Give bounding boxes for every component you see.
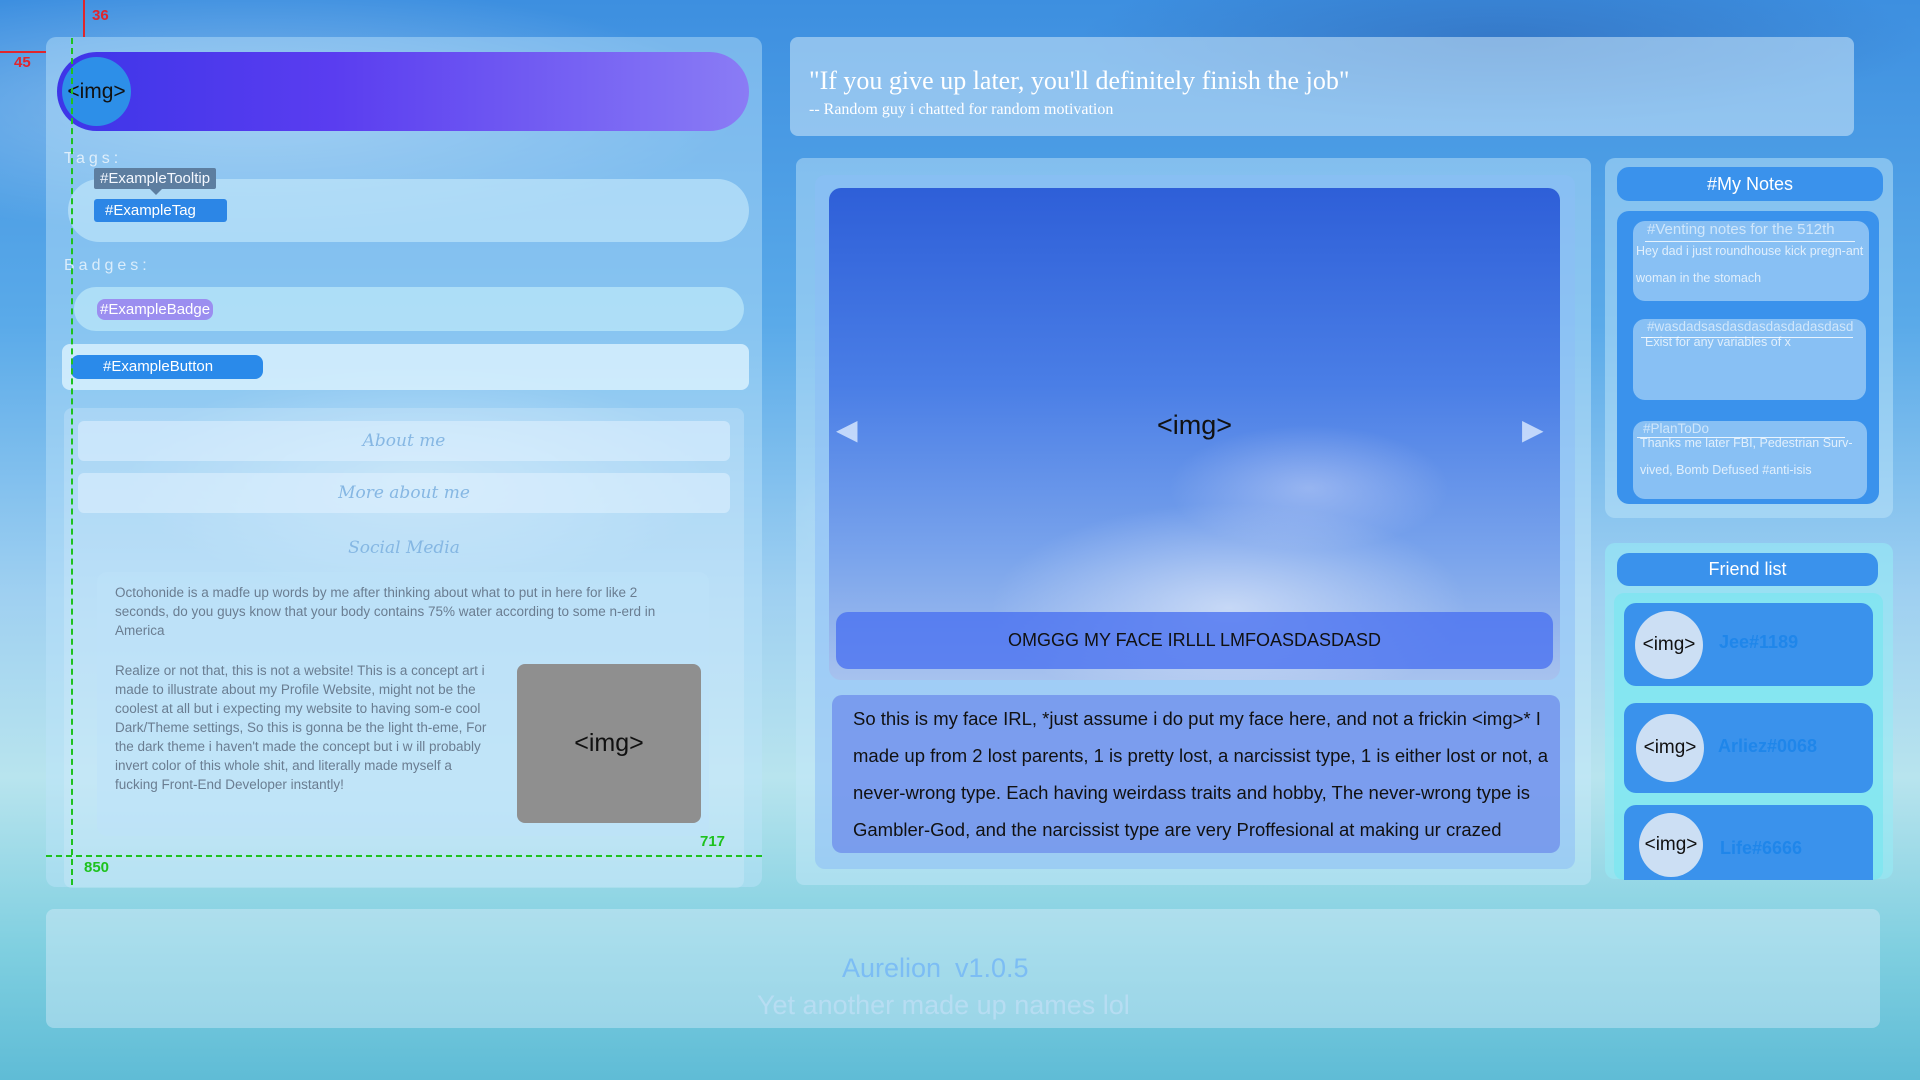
example-badge: #ExampleBadge xyxy=(97,299,214,320)
profile-header-banner xyxy=(57,52,749,131)
about-paragraph-1: Octohonide is a madfe up words by me aft… xyxy=(115,585,656,638)
friend-name: Arliez#0068 xyxy=(1718,736,1818,756)
notes-title: #My Notes xyxy=(1617,167,1883,201)
friend-name: Life#6666 xyxy=(1720,838,1803,858)
friend-card[interactable]: <img> Arliez#0068 xyxy=(1624,703,1873,793)
guide-vertical-dashed xyxy=(71,38,73,885)
friend-card[interactable]: <img> Life#6666 xyxy=(1624,805,1873,880)
slider-next-arrow-icon[interactable]: ▶ xyxy=(1522,413,1544,446)
guide-left-label: 45 xyxy=(14,54,31,71)
guide-top-line xyxy=(83,0,85,37)
friend-name: Jee#1189 xyxy=(1719,632,1799,652)
guide-width-label: 717 xyxy=(700,833,726,850)
quote-text: "If you give up later, you'll definitely… xyxy=(809,66,1350,95)
about-paragraph-2: Realize or not that, this is not a websi… xyxy=(115,663,487,792)
note-card[interactable]: #Venting notes for the 512th Hey dad i j… xyxy=(1633,221,1869,301)
note-body: Hey dad i just roundhouse kick pregn-ant… xyxy=(1636,244,1864,285)
guide-horizontal-dashed xyxy=(46,855,762,857)
footer-app-name: Aurelion xyxy=(842,953,942,983)
friends-title: Friend list xyxy=(1617,553,1878,586)
social-media-heading[interactable]: Social Media xyxy=(78,528,730,568)
friend-avatar: <img> xyxy=(1636,714,1704,782)
about-image: <img> xyxy=(517,664,701,823)
note-card[interactable]: #wasdadsasdasdasdasdadasdasd Exist for a… xyxy=(1633,319,1866,400)
guide-left-line xyxy=(0,51,46,53)
description-text: So this is my face IRL, *just assume i d… xyxy=(853,708,1549,840)
note-body: Thanks me later FBI, Pedestrian Surv-viv… xyxy=(1640,436,1853,477)
more-about-me-button[interactable]: More about me xyxy=(78,473,730,513)
footer-tagline: Yet another made up names lol xyxy=(757,990,1130,1020)
footer-version: v1.0.5 xyxy=(955,953,1029,983)
guide-top-label: 36 xyxy=(92,7,109,24)
slider-image-placeholder: <img> xyxy=(1156,410,1233,440)
friend-card[interactable]: <img> Jee#1189 xyxy=(1624,603,1873,686)
slider-prev-arrow-icon[interactable]: ◀ xyxy=(836,413,858,446)
example-button[interactable]: #ExampleButton xyxy=(71,355,263,379)
example-tooltip: #ExampleTooltip xyxy=(94,168,217,195)
badges-label: Badges: xyxy=(64,257,151,274)
note-card[interactable]: #PlanToDo Thanks me later FBI, Pedestria… xyxy=(1633,421,1867,499)
friend-avatar: <img> xyxy=(1635,611,1703,679)
about-me-button[interactable]: About me xyxy=(78,421,730,461)
note-title: #Venting notes for the 512th xyxy=(1647,221,1835,238)
guide-height-label: 850 xyxy=(84,859,110,876)
friend-avatar: <img> xyxy=(1639,813,1703,877)
quote-author: -- Random guy i chatted for random motiv… xyxy=(809,101,1114,118)
example-tag[interactable]: #ExampleTag xyxy=(94,199,227,222)
note-body: Exist for any variables of x xyxy=(1645,335,1791,349)
slider-caption: OMGGG MY FACE IRLLL LMFOASDASDASD xyxy=(836,612,1553,669)
